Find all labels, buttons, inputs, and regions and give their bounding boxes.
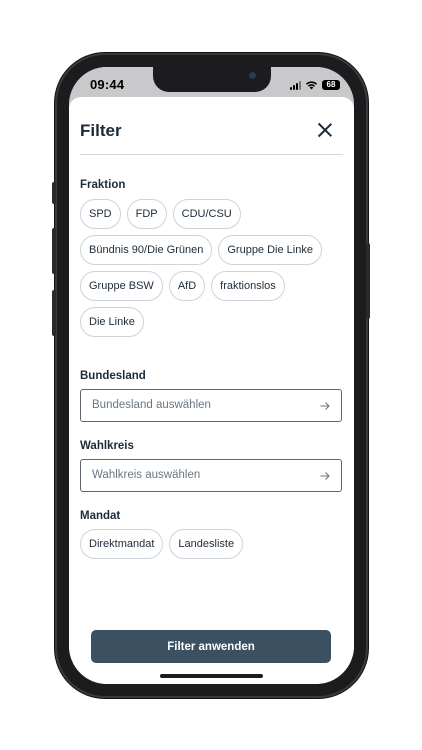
signal-icon xyxy=(290,80,301,90)
filter-sheet: Filter Fraktion SPD FDP CDU/CSU Bündnis … xyxy=(69,97,354,684)
wahlkreis-select[interactable]: Wahlkreis auswählen xyxy=(80,459,342,492)
chip-fraktionslos[interactable]: fraktionslos xyxy=(211,271,285,301)
silent-switch xyxy=(52,182,56,204)
mandat-chips: Direktmandat Landesliste xyxy=(80,529,345,559)
wahlkreis-label: Wahlkreis xyxy=(80,440,134,452)
volume-up-button xyxy=(52,228,56,274)
battery-icon: 68 xyxy=(322,79,340,90)
arrow-right-icon xyxy=(320,402,330,410)
notch xyxy=(153,67,271,92)
mandat-label: Mandat xyxy=(80,510,121,522)
status-icons: 68 xyxy=(290,79,340,90)
chip-gruene[interactable]: Bündnis 90/Die Grünen xyxy=(80,235,213,265)
apply-filter-button[interactable]: Filter anwenden xyxy=(91,630,331,663)
sheet-header: Filter xyxy=(80,97,343,155)
chip-direktmandat[interactable]: Direktmandat xyxy=(80,529,164,559)
chip-gruppe-die-linke[interactable]: Gruppe Die Linke xyxy=(218,235,322,265)
wahlkreis-placeholder: Wahlkreis auswählen xyxy=(92,469,201,481)
chip-die-linke[interactable]: Die Linke xyxy=(80,307,144,337)
bundesland-label: Bundesland xyxy=(80,370,146,382)
home-indicator[interactable] xyxy=(160,674,263,678)
bundesland-select[interactable]: Bundesland auswählen xyxy=(80,389,342,422)
chip-gruppe-bsw[interactable]: Gruppe BSW xyxy=(80,271,163,301)
page-title: Filter xyxy=(80,121,122,140)
phone-screen: 09:44 68 Filter Fraktion SPD FDP CDU/CSU… xyxy=(69,67,354,684)
fraktion-chips: SPD FDP CDU/CSU Bündnis 90/Die Grünen Gr… xyxy=(80,199,345,337)
chip-landesliste[interactable]: Landesliste xyxy=(169,529,244,559)
volume-down-button xyxy=(52,290,56,336)
bundesland-placeholder: Bundesland auswählen xyxy=(92,399,211,411)
wifi-icon xyxy=(305,80,318,89)
chip-cdu-csu[interactable]: CDU/CSU xyxy=(172,199,241,229)
arrow-right-icon xyxy=(320,472,330,480)
fraktion-label: Fraktion xyxy=(80,179,126,191)
chip-spd[interactable]: SPD xyxy=(80,199,121,229)
chip-fdp[interactable]: FDP xyxy=(126,199,167,229)
status-time: 09:44 xyxy=(90,77,125,92)
chip-afd[interactable]: AfD xyxy=(168,271,206,301)
power-button xyxy=(366,243,370,319)
close-icon[interactable] xyxy=(315,120,335,140)
camera-icon xyxy=(249,72,256,79)
